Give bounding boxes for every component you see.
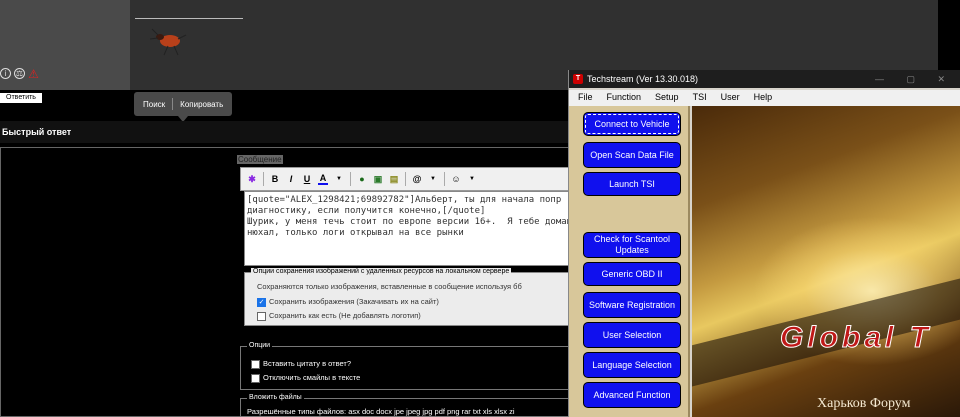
window-title-bar[interactable]: T Techstream (Ver 13.30.018) — ▢ ✕: [569, 70, 960, 88]
search-button[interactable]: Поиск: [140, 100, 168, 109]
save-images-option[interactable]: ✓ Сохранить изображения (Закачивать их на…: [257, 297, 439, 307]
menu-tsi[interactable]: TSI: [684, 90, 712, 106]
window-title: Techstream (Ver 13.30.018): [587, 74, 699, 84]
bold-button[interactable]: B: [270, 174, 280, 184]
connect-to-vehicle-button[interactable]: Connect to Vehicle: [583, 112, 681, 136]
signature-divider: [135, 18, 243, 19]
menu-user[interactable]: User: [712, 90, 745, 106]
language-selection-button[interactable]: Language Selection: [583, 352, 681, 378]
beetle-icon: [149, 28, 187, 56]
scales-icon[interactable]: ⚖: [14, 68, 25, 79]
editor-toolbar: ✱ B I U A ▼ ● ▣ ▤ @ ▼ ☺ ▼: [240, 167, 570, 191]
disable-smilies-option[interactable]: Отключить смайлы в тексте: [251, 373, 360, 383]
toyota-logo-icon: T: [573, 74, 583, 84]
copy-button[interactable]: Копировать: [177, 100, 226, 109]
menu-setup[interactable]: Setup: [646, 90, 684, 106]
launch-tsi-button[interactable]: Launch TSI: [583, 172, 681, 196]
forum-watermark: Харьков Форум: [817, 396, 911, 411]
info-icon[interactable]: i: [0, 68, 11, 79]
save-as-is-checkbox[interactable]: [257, 311, 266, 321]
chevron-down-icon[interactable]: ▼: [334, 176, 344, 182]
italic-button[interactable]: I: [286, 174, 296, 184]
check-for-updates-button[interactable]: Check for Scantool Updates: [583, 232, 681, 258]
save-as-is-label: Сохранить как есть (Не добавлять логотип…: [269, 311, 421, 320]
smiley-icon[interactable]: ☺: [451, 174, 461, 184]
toolbar-divider: [444, 172, 445, 186]
save-as-is-option[interactable]: Сохранить как есть (Не добавлять логотип…: [257, 311, 421, 321]
function-sidebar: Connect to Vehicle Open Scan Data File L…: [569, 106, 690, 417]
warning-icon[interactable]: ⚠: [28, 67, 39, 81]
software-registration-button[interactable]: Software Registration: [583, 292, 681, 318]
message-editor[interactable]: [quote="ALEX_1298421;69892782"]Альберт, …: [244, 191, 570, 266]
tooltip-divider: [172, 98, 174, 110]
insert-quote-option[interactable]: Вставить цитату в ответ?: [251, 359, 351, 369]
image-options-fieldset: Опции сохранения изображений с удаленных…: [244, 268, 570, 326]
message-label: Сообщение: [237, 155, 283, 164]
disable-smilies-checkbox[interactable]: [251, 373, 260, 383]
window-controls[interactable]: — ▢ ✕: [875, 70, 955, 88]
insert-quote-checkbox[interactable]: [251, 359, 260, 369]
insert-quote-label: Вставить цитату в ответ?: [263, 359, 352, 368]
allowed-file-types: Разрешённые типы файлов: asx doc docx jp…: [247, 407, 515, 416]
attachment-icon[interactable]: @: [412, 174, 422, 184]
attach-files-fieldset: Вложить файлы Разрешённые типы файлов: a…: [240, 394, 570, 417]
save-images-label: Сохранить изображения (Закачивать их на …: [269, 297, 439, 306]
advanced-function-button[interactable]: Advanced Function: [583, 382, 681, 408]
attach-files-legend: Вложить файлы: [247, 394, 304, 401]
toolbar-divider: [405, 172, 406, 186]
image-options-description: Сохраняются только изображения, вставлен…: [257, 282, 522, 291]
magic-wand-icon[interactable]: ✱: [247, 174, 257, 185]
menu-function[interactable]: Function: [598, 90, 647, 106]
menu-help[interactable]: Help: [745, 90, 778, 106]
disable-smilies-label: Отключить смайлы в тексте: [263, 373, 361, 382]
post-action-icons: i ⚖ ⚠: [0, 67, 39, 81]
underline-button[interactable]: U: [302, 174, 312, 184]
toolbar-divider: [350, 172, 351, 186]
options-legend: Опции: [247, 342, 273, 349]
splash-image: Global T Харьков Форум: [692, 106, 960, 417]
brand-logo-text: Global T: [780, 321, 932, 355]
menu-bar: File Function Setup TSI User Help: [569, 90, 960, 106]
quote-icon[interactable]: ▤: [389, 174, 399, 185]
user-selection-button[interactable]: User Selection: [583, 322, 681, 348]
quick-reply-title: Быстрый ответ: [0, 121, 570, 143]
generic-obd-button[interactable]: Generic OBD II: [583, 262, 681, 286]
options-fieldset: Опции Вставить цитату в ответ? Отключить…: [240, 342, 570, 390]
toolbar-divider: [263, 172, 264, 186]
reply-button[interactable]: Ответить: [0, 93, 42, 103]
selection-tooltip: Поиск Копировать: [134, 92, 233, 116]
save-images-checkbox[interactable]: ✓: [257, 297, 266, 307]
techstream-window: T Techstream (Ver 13.30.018) — ▢ ✕ File …: [568, 70, 960, 417]
open-scan-data-file-button[interactable]: Open Scan Data File: [583, 142, 681, 168]
image-icon[interactable]: ▣: [373, 174, 383, 185]
image-options-legend: Опции сохранения изображений с удаленных…: [251, 268, 512, 275]
chevron-down-icon[interactable]: ▼: [428, 176, 438, 182]
font-color-button[interactable]: A: [318, 173, 328, 185]
menu-file[interactable]: File: [569, 90, 598, 106]
link-icon[interactable]: ●: [357, 174, 367, 184]
chevron-down-icon[interactable]: ▼: [467, 176, 477, 182]
